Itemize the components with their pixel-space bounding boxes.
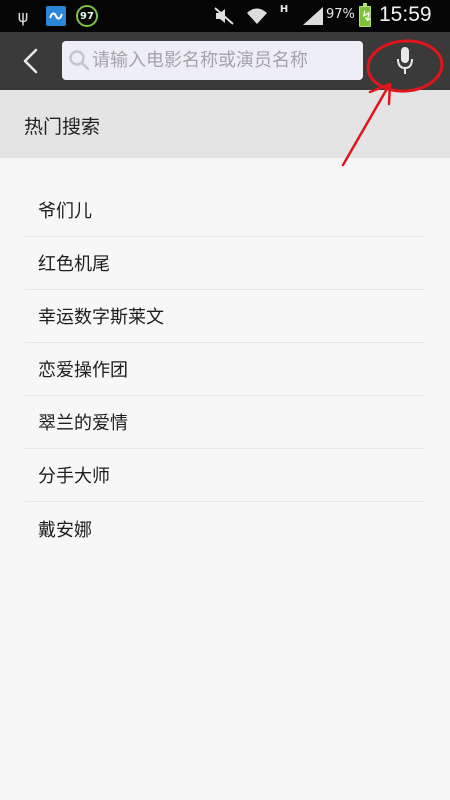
search-icon — [69, 50, 90, 71]
mute-icon — [213, 5, 235, 27]
microphone-icon — [397, 47, 413, 74]
list-item[interactable]: 红色机尾 — [25, 237, 425, 290]
list-item[interactable]: 恋爱操作团 — [25, 343, 425, 396]
list-item[interactable]: 分手大师 — [25, 449, 425, 502]
chevron-left-icon — [23, 48, 38, 74]
wifi-icon — [246, 5, 268, 27]
hot-search-header: 热门搜索 — [0, 90, 450, 158]
search-box[interactable] — [62, 41, 363, 80]
battery-percent: 97% — [326, 7, 355, 22]
status-bar: ψ 97 H 97% ↯ 15:59 — [0, 0, 450, 32]
battery-charging-icon: ↯ — [359, 3, 373, 27]
search-input[interactable] — [90, 41, 358, 80]
search-header — [0, 32, 450, 90]
voice-search-button[interactable] — [382, 40, 428, 82]
list-item[interactable]: 戴安娜 — [25, 502, 425, 555]
status-clock: 15:59 — [379, 3, 432, 26]
list-item[interactable]: 翠兰的爱情 — [25, 396, 425, 449]
list-item[interactable]: 爷们儿 — [25, 184, 425, 237]
network-type-label: H — [279, 3, 289, 15]
list-item[interactable]: 幸运数字斯莱文 — [25, 290, 425, 343]
back-button[interactable] — [14, 44, 48, 78]
usb-icon: ψ — [17, 6, 29, 26]
notification-badge: 97 — [76, 5, 98, 27]
hot-search-title: 热门搜索 — [24, 116, 101, 138]
app-notification-icon — [46, 6, 66, 26]
signal-icon — [300, 5, 326, 27]
hot-search-list: 爷们儿 红色机尾 幸运数字斯莱文 恋爱操作团 翠兰的爱情 分手大师 戴安娜 — [25, 184, 425, 555]
